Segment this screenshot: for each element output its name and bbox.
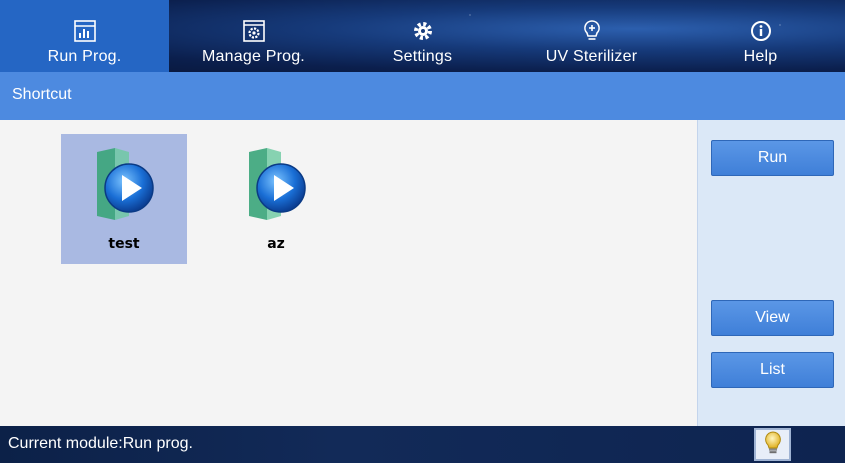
status-text: Current module:Run prog.	[8, 435, 193, 452]
light-toggle-button[interactable]	[754, 428, 791, 461]
program-play-icon	[241, 146, 311, 230]
program-gear-icon	[242, 16, 265, 46]
gear-icon	[412, 16, 434, 46]
program-item-test[interactable]: test	[61, 134, 187, 264]
chart-icon	[73, 16, 96, 46]
tab-manage-prog[interactable]: Manage Prog.	[169, 0, 338, 72]
tab-run-prog[interactable]: Run Prog.	[0, 0, 169, 72]
info-icon	[750, 16, 772, 46]
status-bar: Current module:Run prog.	[0, 426, 845, 463]
shortcut-title: Shortcut	[12, 86, 72, 103]
program-play-icon	[89, 146, 159, 230]
tab-label: Help	[743, 48, 778, 65]
light-bulb-icon	[764, 430, 782, 459]
program-item-az[interactable]: az	[213, 134, 339, 264]
tab-uv-sterilizer[interactable]: UV Sterilizer	[507, 0, 676, 72]
tab-settings[interactable]: Settings	[338, 0, 507, 72]
run-button[interactable]: Run	[711, 140, 834, 176]
top-navigation: Run Prog. Manage Prog. Settings UV Steri…	[0, 0, 845, 72]
view-button[interactable]: View	[711, 300, 834, 336]
tab-help[interactable]: Help	[676, 0, 845, 72]
uv-lamp-icon	[582, 16, 602, 46]
program-area: test az	[0, 120, 697, 426]
tab-label: UV Sterilizer	[545, 48, 638, 65]
list-button[interactable]: List	[711, 352, 834, 388]
tab-label: Run Prog.	[47, 48, 122, 65]
tab-label: Settings	[392, 48, 453, 65]
tab-label: Manage Prog.	[202, 48, 305, 65]
program-name: az	[267, 236, 285, 252]
shortcut-bar: Shortcut	[0, 72, 845, 120]
side-panel: Run View List	[697, 120, 845, 426]
program-name: test	[108, 236, 140, 252]
